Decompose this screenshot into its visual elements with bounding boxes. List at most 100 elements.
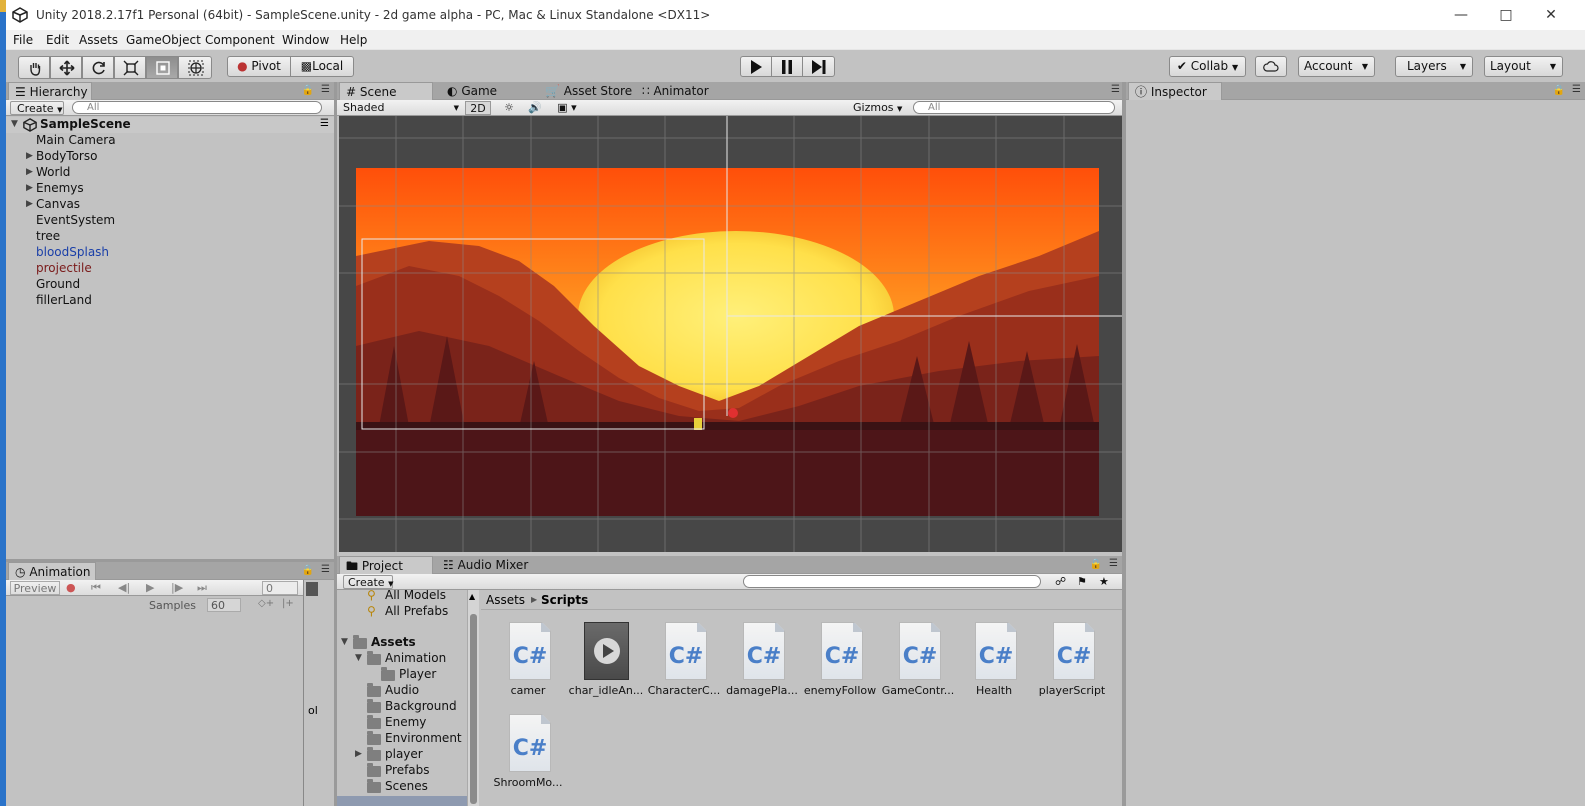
folder-animation[interactable]: Animation bbox=[385, 651, 446, 665]
tab-asset-store[interactable]: 🛒 Asset Store bbox=[539, 82, 638, 100]
selected-folder-row[interactable] bbox=[337, 796, 467, 806]
tab-inspector[interactable]: ⓘ Inspector bbox=[1128, 82, 1222, 100]
hierarchy-item-fillerland[interactable]: fillerLand bbox=[36, 293, 92, 307]
expand-arrow-icon[interactable]: ▼ bbox=[11, 119, 18, 129]
lock-icon[interactable]: 🔒 bbox=[1090, 559, 1102, 570]
tab-animation[interactable]: ◷ Animation bbox=[8, 562, 96, 580]
hierarchy-item-bodytorso[interactable]: BodyTorso bbox=[36, 149, 97, 163]
hierarchy-item-main-camera[interactable]: Main Camera bbox=[36, 133, 116, 147]
asset-item[interactable]: char_idleAn... bbox=[567, 622, 645, 710]
maximize-icon[interactable]: □ bbox=[1496, 5, 1516, 25]
play-button[interactable] bbox=[740, 56, 772, 77]
move-tool-icon[interactable] bbox=[50, 56, 82, 79]
hierarchy-item-ground[interactable]: Ground bbox=[36, 277, 80, 291]
folder-audio[interactable]: Audio bbox=[385, 683, 419, 697]
expand-arrow-icon[interactable]: ▼ bbox=[341, 637, 348, 647]
folder-scenes[interactable]: Scenes bbox=[385, 779, 428, 793]
expand-arrow-icon[interactable]: ▶ bbox=[26, 151, 33, 161]
asset-item[interactable]: C# Health bbox=[955, 622, 1033, 710]
breadcrumb-scripts[interactable]: Scripts bbox=[541, 593, 588, 607]
folder-player[interactable]: player bbox=[385, 747, 423, 761]
asset-item[interactable]: C# enemyFollow bbox=[801, 622, 879, 710]
hierarchy-item-tree[interactable]: tree bbox=[36, 229, 60, 243]
transform-tool-icon[interactable] bbox=[178, 56, 212, 79]
hierarchy-item-enemys[interactable]: Enemys bbox=[36, 181, 84, 195]
rotate-tool-icon[interactable] bbox=[82, 56, 114, 79]
cloud-button[interactable] bbox=[1255, 56, 1287, 77]
lighting-toggle-icon[interactable]: ☼ bbox=[499, 101, 519, 115]
menu-edit[interactable]: Edit bbox=[46, 33, 69, 47]
frame-input[interactable]: 0 bbox=[262, 581, 298, 595]
pivot-toggle[interactable]: ● Pivot bbox=[227, 56, 291, 77]
favorite-all-models[interactable]: All Models bbox=[385, 590, 446, 602]
add-event-icon[interactable]: |+ bbox=[282, 598, 294, 609]
preview-button[interactable]: Preview bbox=[10, 581, 60, 595]
scene-search-input[interactable]: All bbox=[913, 101, 1115, 114]
expand-arrow-icon[interactable]: ▶ bbox=[26, 199, 33, 209]
folder-tree-scrollbar[interactable]: ▲ bbox=[467, 590, 479, 806]
tab-scene[interactable]: # Scene bbox=[339, 82, 433, 100]
panel-menu-icon[interactable]: ☰ bbox=[1572, 84, 1581, 95]
step-button[interactable] bbox=[802, 56, 835, 77]
layout-dropdown[interactable]: Layout ▼ bbox=[1484, 56, 1563, 77]
asset-item[interactable]: C# ShroomMo... bbox=[489, 714, 567, 802]
project-search-input[interactable] bbox=[743, 575, 1041, 588]
layers-dropdown[interactable]: Layers ▼ bbox=[1395, 56, 1473, 77]
asset-item[interactable]: C# CharacterC... bbox=[645, 622, 723, 710]
panel-menu-icon[interactable]: ☰ bbox=[1109, 558, 1118, 569]
prev-keyframe-icon[interactable]: ◀| bbox=[118, 581, 130, 595]
tab-hierarchy[interactable]: ☰ Hierarchy bbox=[8, 82, 92, 100]
folder-assets[interactable]: Assets bbox=[371, 635, 416, 649]
next-keyframe-icon[interactable]: |▶ bbox=[171, 581, 183, 595]
scene-viewport[interactable] bbox=[339, 116, 1122, 552]
tab-animator[interactable]: ∷ Animator bbox=[636, 82, 715, 100]
favorite-all-prefabs[interactable]: All Prefabs bbox=[385, 604, 448, 618]
hierarchy-item-bloodsplash[interactable]: bloodSplash bbox=[36, 245, 109, 259]
lock-icon[interactable]: 🔒 bbox=[1553, 85, 1565, 96]
close-icon[interactable]: ✕ bbox=[1541, 5, 1561, 25]
scrollbar-thumb[interactable] bbox=[470, 614, 477, 804]
menu-file[interactable]: File bbox=[13, 33, 33, 47]
tab-game[interactable]: ◐ Game bbox=[441, 82, 503, 100]
search-by-label-icon[interactable]: ⚑ bbox=[1077, 575, 1087, 589]
collab-dropdown[interactable]: ✔ Collab ▼ bbox=[1169, 56, 1246, 77]
menu-window[interactable]: Window bbox=[282, 33, 329, 47]
folder-background[interactable]: Background bbox=[385, 699, 457, 713]
scene-header-row[interactable]: ▼ SampleScene ☰ bbox=[6, 117, 334, 133]
record-icon[interactable]: ● bbox=[66, 581, 76, 595]
menu-gameobject[interactable]: GameObject bbox=[126, 33, 201, 47]
local-toggle[interactable]: ▩Local bbox=[290, 56, 354, 77]
folder-enemy[interactable]: Enemy bbox=[385, 715, 426, 729]
project-create-button[interactable]: Create ▼ bbox=[343, 575, 393, 589]
samples-input[interactable]: 60 bbox=[207, 598, 241, 612]
scene-menu-icon[interactable]: ☰ bbox=[320, 118, 329, 129]
asset-item[interactable]: C# damagePla... bbox=[723, 622, 801, 710]
menu-help[interactable]: Help bbox=[340, 33, 367, 47]
panel-divider[interactable] bbox=[1122, 82, 1126, 806]
pause-button[interactable] bbox=[771, 56, 803, 77]
scale-tool-icon[interactable] bbox=[114, 56, 146, 79]
2d-toggle[interactable]: 2D bbox=[465, 101, 491, 115]
hierarchy-item-projectile[interactable]: projectile bbox=[36, 261, 92, 275]
play-animation-icon[interactable]: ▶ bbox=[146, 581, 154, 595]
lock-icon[interactable]: 🔒 bbox=[302, 565, 314, 576]
hierarchy-item-world[interactable]: World bbox=[36, 165, 70, 179]
panel-menu-icon[interactable]: ☰ bbox=[321, 564, 330, 575]
panel-menu-icon[interactable]: ☰ bbox=[1111, 84, 1120, 95]
hierarchy-item-eventsystem[interactable]: EventSystem bbox=[36, 213, 115, 227]
hierarchy-search-input[interactable]: All bbox=[72, 101, 322, 114]
rect-tool-icon[interactable] bbox=[146, 56, 178, 79]
asset-item[interactable]: C# camer bbox=[489, 622, 567, 710]
hand-tool-icon[interactable] bbox=[18, 56, 50, 79]
first-keyframe-icon[interactable]: ⏮ bbox=[91, 581, 101, 595]
add-keyframe-icon[interactable]: ◇+ bbox=[258, 598, 274, 609]
timeline-handle[interactable] bbox=[306, 582, 318, 596]
favorite-star-icon[interactable]: ★ bbox=[1099, 575, 1109, 589]
menu-assets[interactable]: Assets bbox=[79, 33, 118, 47]
minimize-icon[interactable]: — bbox=[1451, 5, 1471, 25]
scroll-up-icon[interactable]: ▲ bbox=[469, 592, 475, 601]
asset-item[interactable]: C# GameContr... bbox=[879, 622, 957, 710]
expand-arrow-icon[interactable]: ▶ bbox=[26, 183, 33, 193]
folder-environment[interactable]: Environment bbox=[385, 731, 462, 745]
audio-toggle-icon[interactable]: 🔊 bbox=[525, 101, 545, 115]
